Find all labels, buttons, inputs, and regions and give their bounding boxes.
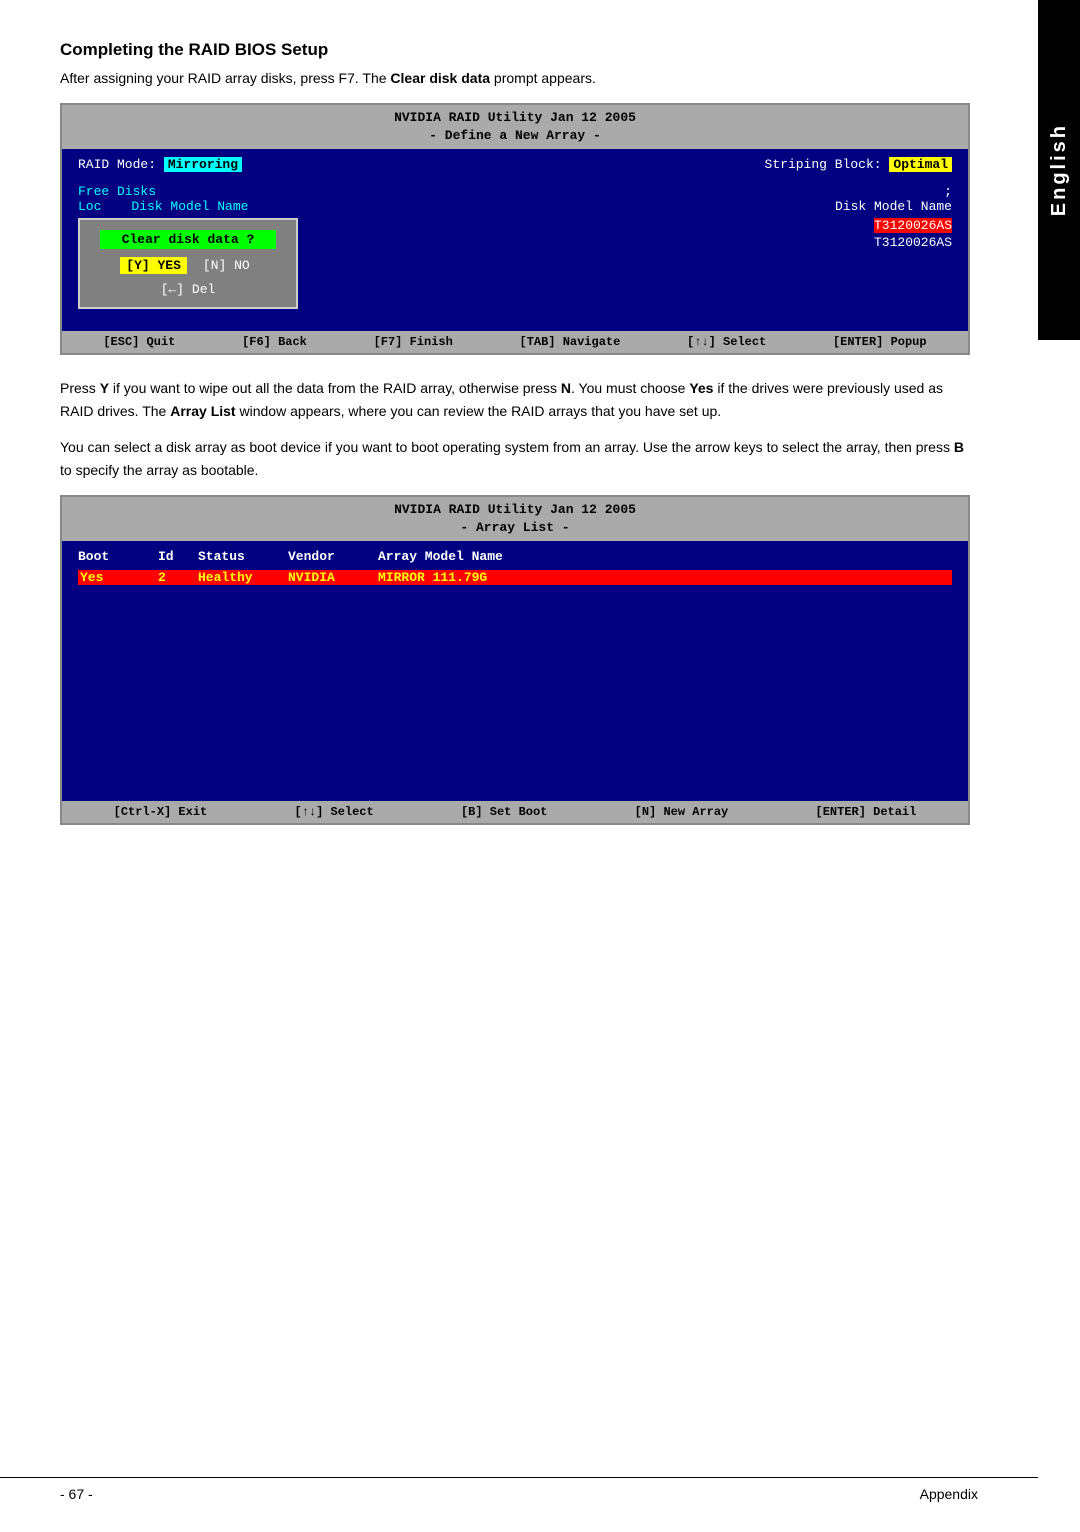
intro-paragraph: After assigning your RAID array disks, p… (60, 68, 970, 89)
appendix-label: Appendix (920, 1486, 978, 1502)
status-f6[interactable]: [F6] Back (242, 335, 307, 349)
bios-title-bar-2: NVIDIA RAID Utility Jan 12 2005 - Array … (62, 497, 968, 541)
bios-raid-mode: RAID Mode: Mirroring (78, 157, 242, 172)
bios-title-line2: - Define a New Array - (62, 127, 968, 145)
loc-label: Loc (78, 199, 101, 214)
intro-bold: Clear disk data (390, 70, 490, 86)
array-table-header: Boot Id Status Vendor Array Model Name (78, 549, 952, 564)
free-disks-section: Free Disks Loc Disk Model Name (78, 184, 248, 214)
english-label: English (1048, 123, 1071, 216)
disk-model-label: Disk Model Name (131, 199, 248, 214)
status-esc[interactable]: [ESC] Quit (103, 335, 175, 349)
bios2-title-line1: NVIDIA RAID Utility Jan 12 2005 (62, 501, 968, 519)
row-vendor: NVIDIA (288, 570, 378, 585)
main-content: Completing the RAID BIOS Setup After ass… (0, 0, 1080, 907)
popup-options: [Y] YES [N] NO (100, 257, 276, 274)
popup-area: Clear disk data ? [Y] YES [N] NO [←] Del… (78, 218, 952, 309)
popup-no[interactable]: [N] NO (197, 257, 256, 274)
disk-entry-1: T3120026AS (874, 218, 952, 233)
col-header-vendor: Vendor (288, 549, 378, 564)
col-header-boot: Boot (78, 549, 158, 564)
disk-entry-2: T3120026AS (874, 235, 952, 250)
status-select-2[interactable]: [↑↓] Select (295, 805, 374, 819)
array-disks-section: ; Disk Model Name (835, 184, 952, 214)
row-boot: Yes (78, 570, 158, 585)
status-setboot[interactable]: [B] Set Boot (461, 805, 547, 819)
status-f7[interactable]: [F7] Finish (374, 335, 453, 349)
bios-title-bar-1: NVIDIA RAID Utility Jan 12 2005 - Define… (62, 105, 968, 149)
row-name: MIRROR 111.79G (378, 570, 952, 585)
free-disks-row: Free Disks Loc Disk Model Name ; Disk Mo… (78, 184, 952, 214)
english-tab: English (1038, 0, 1080, 340)
array-disks-label: ; (944, 184, 952, 199)
disk-entries: T3120026AS T3120026AS (874, 218, 952, 250)
col-header-name: Array Model Name (378, 549, 952, 564)
status-enter-1[interactable]: [ENTER] Popup (833, 335, 927, 349)
row-status: Healthy (198, 570, 288, 585)
raid-mode-value: Mirroring (164, 157, 242, 172)
raid-mode-label: RAID Mode: (78, 157, 156, 172)
intro-text-after: prompt appears. (490, 70, 596, 86)
body-paragraph-2: You can select a disk array as boot devi… (60, 436, 970, 481)
body-paragraph-1: Press Y if you want to wipe out all the … (60, 377, 970, 422)
free-disks-cols: Loc Disk Model Name (78, 199, 248, 214)
clear-disk-popup: Clear disk data ? [Y] YES [N] NO [←] Del (78, 218, 298, 309)
page-footer: - 67 - Appendix (0, 1477, 1038, 1502)
status-ctrlx[interactable]: [Ctrl-X] Exit (114, 805, 208, 819)
bios-striping-block: Striping Block: Optimal (765, 157, 952, 172)
status-select-1[interactable]: [↑↓] Select (687, 335, 766, 349)
striping-block-value: Optimal (889, 157, 952, 172)
bios-title-line1: NVIDIA RAID Utility Jan 12 2005 (62, 109, 968, 127)
row-id: 2 (158, 570, 198, 585)
bios-statusbar-1: [ESC] Quit [F6] Back [F7] Finish [TAB] N… (62, 331, 968, 353)
free-disks-label: Free Disks (78, 184, 248, 199)
page-number: - 67 - (60, 1486, 93, 1502)
bios-body-1: RAID Mode: Mirroring Striping Block: Opt… (62, 149, 968, 331)
popup-yes[interactable]: [Y] YES (120, 257, 187, 274)
status-tab[interactable]: [TAB] Navigate (520, 335, 621, 349)
bios-screenshot-2: NVIDIA RAID Utility Jan 12 2005 - Array … (60, 495, 970, 825)
popup-title: Clear disk data ? (100, 230, 276, 249)
status-enter-2[interactable]: [ENTER] Detail (816, 805, 917, 819)
popup-dialog: Clear disk data ? [Y] YES [N] NO [←] Del (78, 218, 298, 309)
striping-block-label: Striping Block: (765, 157, 882, 172)
col-header-status: Status (198, 549, 288, 564)
popup-del: [←] Del (100, 282, 276, 297)
bios-mode-line: RAID Mode: Mirroring Striping Block: Opt… (78, 157, 952, 172)
bios2-title-line2: - Array List - (62, 519, 968, 537)
array-disk-model-label: Disk Model Name (835, 199, 952, 214)
status-newarray[interactable]: [N] New Array (635, 805, 729, 819)
bios-screenshot-1: NVIDIA RAID Utility Jan 12 2005 - Define… (60, 103, 970, 355)
section-heading: Completing the RAID BIOS Setup (60, 40, 970, 60)
array-table-row: Yes 2 Healthy NVIDIA MIRROR 111.79G (78, 570, 952, 585)
col-header-id: Id (158, 549, 198, 564)
bios-array-body: Boot Id Status Vendor Array Model Name Y… (62, 541, 968, 801)
bios-statusbar-2: [Ctrl-X] Exit [↑↓] Select [B] Set Boot [… (62, 801, 968, 823)
intro-text-before: After assigning your RAID array disks, p… (60, 70, 390, 86)
